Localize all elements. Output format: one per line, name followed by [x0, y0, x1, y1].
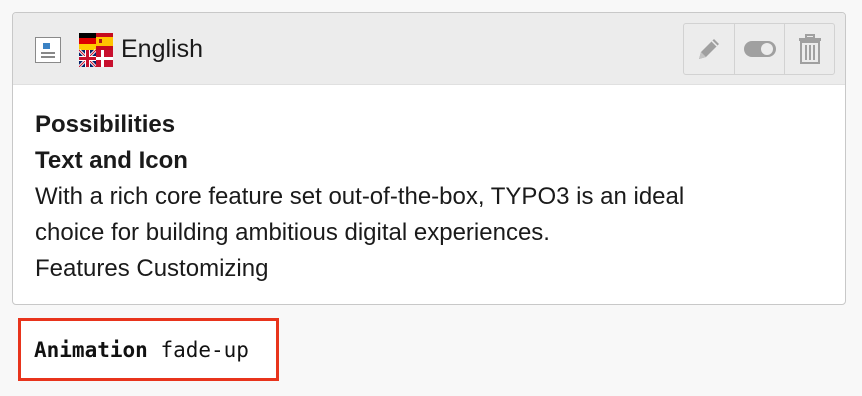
toggle-visibility-button[interactable]	[734, 24, 784, 74]
content-body-line: With a rich core feature set out-of-the-…	[35, 183, 685, 210]
content-preview: Possibilities Text and Icon With a rich …	[35, 107, 825, 287]
content-element-card: English Possibilities Text and Icon With…	[12, 12, 846, 305]
content-body-line: Features Customizing	[35, 255, 269, 282]
language-label: English	[121, 35, 203, 63]
card-header: English	[13, 13, 845, 85]
delete-button[interactable]	[784, 24, 834, 74]
edit-button[interactable]	[684, 24, 734, 74]
content-heading: Possibilities	[35, 111, 176, 138]
language-flag-icon	[77, 33, 113, 69]
toggle-icon	[743, 41, 776, 57]
page-content-icon[interactable]	[35, 37, 61, 63]
animation-setting-box: Animation fade-up	[18, 318, 279, 381]
animation-value: fade-up	[160, 337, 249, 362]
action-button-group	[683, 23, 835, 75]
animation-label: Animation	[34, 337, 148, 362]
content-subheading: Text and Icon	[35, 147, 188, 174]
content-body-line: choice for building ambitious digital ex…	[35, 219, 550, 246]
trash-icon	[798, 34, 821, 64]
pencil-icon	[699, 39, 719, 59]
